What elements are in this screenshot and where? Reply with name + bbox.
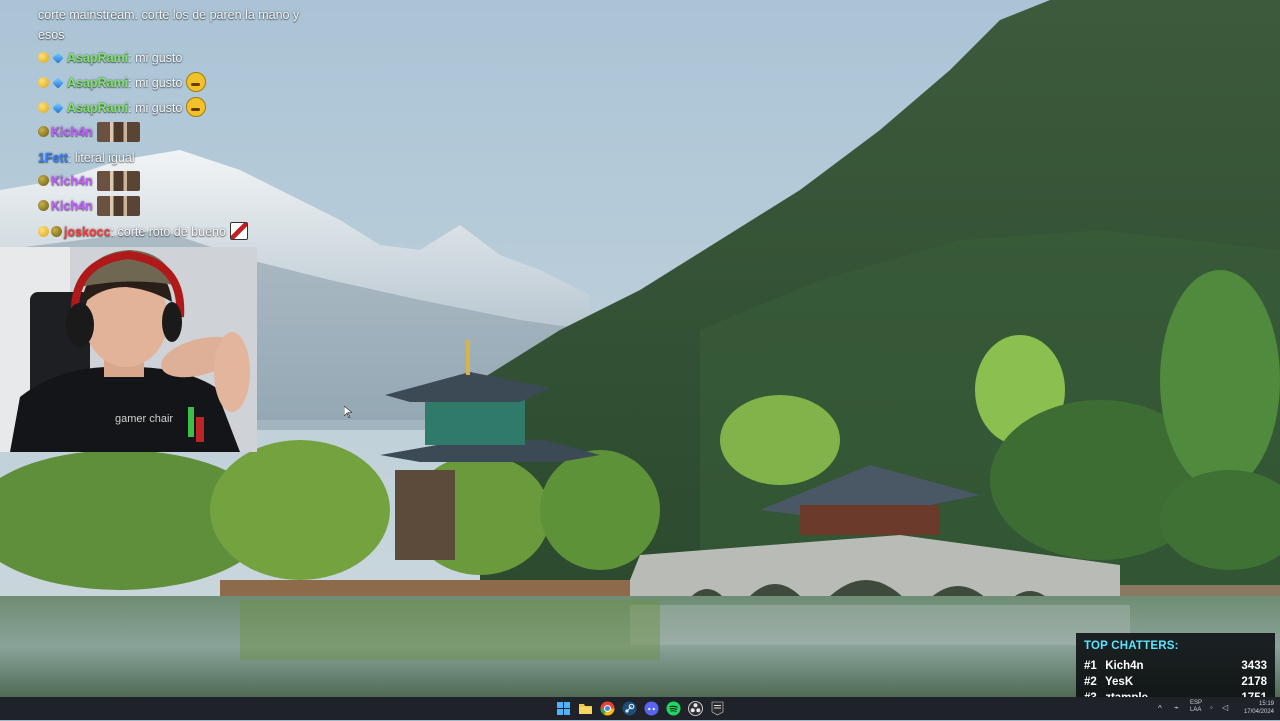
photo-emote-icon [96, 171, 140, 191]
top-chatters-title: TOP CHATTERS: [1084, 640, 1179, 652]
chat-username[interactable]: 1Fett [38, 151, 68, 165]
shirt-print: gamer chair [115, 413, 173, 425]
chatter-count: 2178 [1241, 676, 1267, 688]
sub-badge-icon [38, 52, 49, 63]
laughing-emote-icon [186, 97, 207, 117]
epic-games-icon[interactable] [710, 701, 725, 716]
gem-badge-icon [52, 102, 64, 114]
gem-badge-icon [52, 52, 64, 64]
discord-icon[interactable] [644, 701, 659, 716]
language-label: ESP LAA [1190, 700, 1203, 713]
chrome-icon[interactable] [600, 701, 615, 716]
volume-icon[interactable]: ◁ [1222, 703, 1228, 712]
chat-message: corte mainstream. corte los de paren la … [38, 5, 328, 45]
taskbar: ^ ⌁ ESP LAA ◦ ◁ 15:19 17/04/2024 [0, 697, 1280, 720]
file-explorer-icon[interactable] [578, 701, 593, 716]
sub-badge-icon [38, 126, 49, 137]
chat-message-text: : literal igual [67, 151, 135, 165]
chat-message-text: corte mainstream. corte los de paren la … [38, 8, 300, 42]
chat-message: AsapRami: mi gusto [38, 48, 182, 69]
chat-message-text: : mi gusto [128, 101, 183, 115]
obs-icon[interactable] [688, 701, 703, 716]
chat-message-text: : mi gusto [128, 51, 183, 65]
chat-message: Kich4n [38, 171, 140, 192]
chat-message: 1Fett: literal igual [38, 148, 135, 169]
photo-emote-icon [96, 196, 140, 216]
chatter-name: YesK [1105, 676, 1134, 688]
clock-date: 17/04/2024 [1243, 709, 1274, 715]
photo-emote-icon [96, 122, 140, 142]
chat-username[interactable]: Kich4n [51, 174, 93, 188]
chat-username[interactable]: joskocc [64, 225, 111, 239]
chatter-count: 3433 [1241, 660, 1267, 672]
top-chatter-row: #1 Kich4n 3433 [1084, 658, 1267, 674]
laughing-emote-icon [186, 72, 207, 92]
top-chatter-row: #2 YesK 2178 [1084, 674, 1267, 690]
chat-message: Kich4n [38, 122, 140, 143]
chat-message: AsapRami: mi gusto [38, 97, 207, 119]
sub-badge-icon [38, 200, 49, 211]
sub-badge-icon [38, 226, 49, 237]
chat-username[interactable]: AsapRami [67, 76, 128, 90]
clock[interactable]: 15:19 17/04/2024 [1240, 700, 1274, 716]
chat-message: joskocc: corte roto de bueno [38, 222, 248, 243]
language-indicator[interactable]: ESP LAA [1190, 700, 1204, 714]
chat-message: AsapRami: mi gusto [38, 72, 207, 94]
chat-username[interactable]: AsapRami [67, 101, 128, 115]
chat-username[interactable]: Kich4n [51, 125, 93, 139]
wifi-icon[interactable]: ◦ [1210, 703, 1213, 712]
mouse-cursor-icon [344, 406, 352, 418]
sub-badge-icon [51, 226, 62, 237]
chat-message-text: : corte roto de bueno [110, 225, 226, 239]
sticker-emote-icon [229, 222, 248, 240]
spotify-icon[interactable] [666, 701, 681, 716]
chat-message: Kich4n [38, 196, 140, 217]
chatter-rank: #1 [1084, 660, 1097, 672]
chat-username[interactable]: AsapRami [67, 51, 128, 65]
chatter-name: Kich4n [1105, 660, 1144, 672]
tray-chevron-icon[interactable]: ^ [1158, 704, 1162, 713]
webcam-feed: gamer chair [0, 247, 257, 452]
chat-username[interactable]: Kich4n [51, 199, 93, 213]
sub-badge-icon [38, 77, 49, 88]
windows-start-icon[interactable] [556, 701, 571, 716]
sub-badge-icon [38, 102, 49, 113]
clock-time: 15:19 [1258, 701, 1274, 707]
chat-message-text: : mi gusto [128, 76, 183, 90]
network-icon[interactable]: ⌁ [1174, 703, 1179, 712]
chatter-rank: #2 [1084, 676, 1097, 688]
steam-icon[interactable] [622, 701, 637, 716]
gem-badge-icon [52, 77, 64, 89]
sub-badge-icon [38, 175, 49, 186]
